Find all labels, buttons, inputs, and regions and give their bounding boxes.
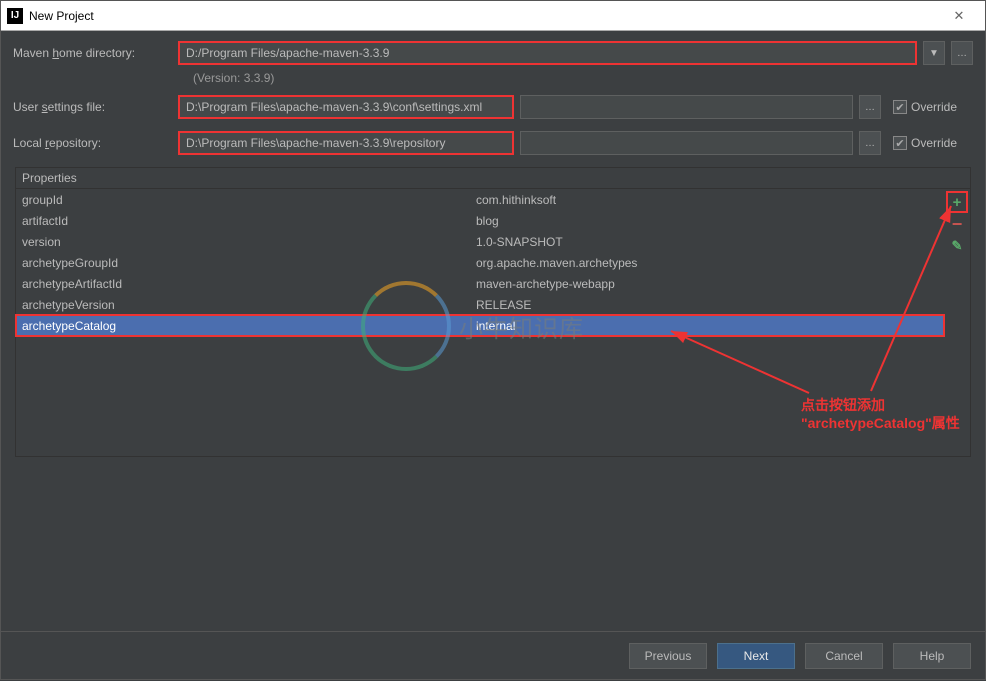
add-property-button[interactable]: + [948,193,966,211]
user-settings-browse[interactable]: … [859,95,881,119]
wizard-buttons: Previous Next Cancel Help [1,631,985,679]
table-row[interactable]: archetypeArtifactIdmaven-archetype-webap… [16,273,944,294]
remove-property-button[interactable]: − [948,215,966,233]
next-button[interactable]: Next [717,643,795,669]
table-row[interactable]: artifactIdblog [16,210,944,231]
user-settings-label: User settings file: [13,100,178,114]
properties-header: Properties [16,168,970,189]
local-repo-label: Local repository: [13,136,178,150]
window-title: New Project [29,9,94,23]
table-row[interactable]: archetypeVersionRELEASE [16,294,944,315]
annotation-text: 点击按钮添加 "archetypeCatalog"属性 [801,396,960,432]
maven-home-field[interactable] [178,41,917,65]
maven-home-dropdown[interactable]: ▼ [923,41,945,65]
user-settings-override-label: Override [911,100,957,114]
help-button[interactable]: Help [893,643,971,669]
local-repo-override-checkbox[interactable]: ✔ [893,136,907,150]
user-settings-field[interactable] [178,95,514,119]
app-icon: IJ [7,8,23,24]
table-row[interactable]: archetypeGroupIdorg.apache.maven.archety… [16,252,944,273]
edit-property-button[interactable]: ✎ [948,237,966,255]
local-repo-browse[interactable]: … [859,131,881,155]
table-row[interactable]: version1.0-SNAPSHOT [16,231,944,252]
maven-home-label: Maven home directory: [13,46,178,60]
maven-home-browse[interactable]: … [951,41,973,65]
previous-button[interactable]: Previous [629,643,707,669]
titlebar: IJ New Project ✕ [1,1,985,31]
local-repo-override-label: Override [911,136,957,150]
user-settings-override-checkbox[interactable]: ✔ [893,100,907,114]
table-row-selected[interactable]: archetypeCataloginternal [16,315,944,336]
cancel-button[interactable]: Cancel [805,643,883,669]
local-repo-field[interactable] [178,131,514,155]
table-row[interactable]: groupIdcom.hithinksoft [16,189,944,210]
maven-version-text: (Version: 3.3.9) [193,71,973,85]
close-icon[interactable]: ✕ [939,8,979,24]
